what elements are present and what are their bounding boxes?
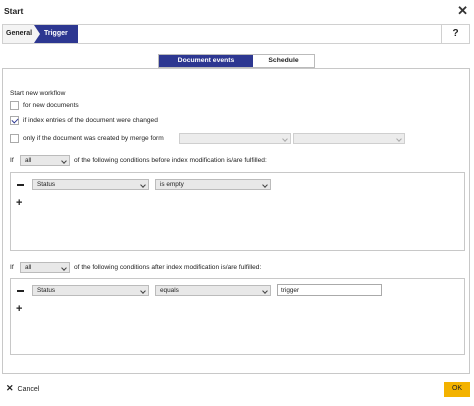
breadcrumb-trigger[interactable]: Trigger bbox=[34, 25, 78, 43]
remove-condition-button[interactable] bbox=[17, 290, 24, 292]
if-label-after: If bbox=[10, 264, 14, 271]
condition-operator-value: is empty bbox=[160, 181, 184, 188]
conditions-before-group: Status is empty + bbox=[10, 172, 465, 251]
dialog-title: Start bbox=[4, 6, 24, 16]
merge-form-select[interactable] bbox=[179, 133, 291, 144]
condition-field-value: Status bbox=[37, 287, 56, 294]
label-merge-form: only if the document was created by merg… bbox=[23, 135, 164, 142]
condition-field-value: Status bbox=[37, 181, 56, 188]
quantifier-select-after[interactable]: all bbox=[20, 262, 70, 273]
condition-field-select[interactable]: Status bbox=[32, 179, 149, 190]
tab-document-events[interactable]: Document events bbox=[159, 55, 253, 67]
close-icon: ✕ bbox=[6, 383, 14, 393]
cancel-label: Cancel bbox=[17, 386, 40, 393]
trigger-panel: Start new workflow for new documents if … bbox=[2, 68, 470, 374]
conditions-before-text: of the following conditions before index… bbox=[74, 157, 267, 164]
ok-button[interactable]: OK bbox=[444, 382, 470, 397]
quantifier-select-before[interactable]: all bbox=[20, 155, 70, 166]
label-index-changed: if index entries of the document were ch… bbox=[23, 117, 158, 124]
breadcrumb-arrow bbox=[34, 25, 40, 43]
chevron-down-icon bbox=[61, 158, 67, 164]
condition-value-input[interactable]: trigger bbox=[277, 284, 382, 296]
breadcrumb-general[interactable]: General bbox=[3, 25, 36, 43]
if-label-before: If bbox=[10, 157, 14, 164]
condition-operator-select[interactable]: is empty bbox=[155, 179, 271, 190]
checkbox-index-changed[interactable] bbox=[10, 116, 19, 125]
cancel-button[interactable]: ✕ Cancel bbox=[6, 383, 39, 394]
quantifier-value-before: all bbox=[25, 157, 32, 164]
add-condition-button[interactable]: + bbox=[16, 198, 22, 209]
conditions-after-text: of the following conditions after index … bbox=[74, 264, 262, 271]
dialog-titlebar: Start ✕ bbox=[0, 0, 474, 22]
tab-schedule[interactable]: Schedule bbox=[253, 55, 314, 67]
chevron-down-icon bbox=[61, 265, 67, 271]
chevron-down-icon bbox=[262, 288, 268, 294]
chevron-down-icon bbox=[140, 288, 146, 294]
close-icon[interactable]: ✕ bbox=[457, 3, 468, 19]
condition-operator-select[interactable]: equals bbox=[155, 285, 271, 296]
chevron-down-icon bbox=[262, 182, 268, 188]
quantifier-value-after: all bbox=[25, 264, 32, 271]
start-workflow-heading: Start new workflow bbox=[10, 90, 66, 97]
conditions-after-group: Status equals trigger + bbox=[10, 278, 465, 355]
chevron-down-icon bbox=[140, 182, 146, 188]
chevron-down-icon bbox=[396, 136, 402, 142]
help-button[interactable]: ? bbox=[441, 25, 469, 43]
checkbox-new-documents[interactable] bbox=[10, 101, 19, 110]
condition-field-select[interactable]: Status bbox=[32, 285, 149, 296]
checkbox-merge-form[interactable] bbox=[10, 134, 19, 143]
merge-form-secondary-select[interactable] bbox=[293, 133, 405, 144]
tab-bar: Document events Schedule bbox=[158, 54, 315, 68]
add-condition-button[interactable]: + bbox=[16, 304, 22, 315]
label-new-documents: for new documents bbox=[23, 102, 79, 109]
condition-operator-value: equals bbox=[160, 287, 179, 294]
breadcrumb: General Trigger ? bbox=[2, 24, 470, 44]
chevron-down-icon bbox=[282, 136, 288, 142]
remove-condition-button[interactable] bbox=[17, 184, 24, 186]
